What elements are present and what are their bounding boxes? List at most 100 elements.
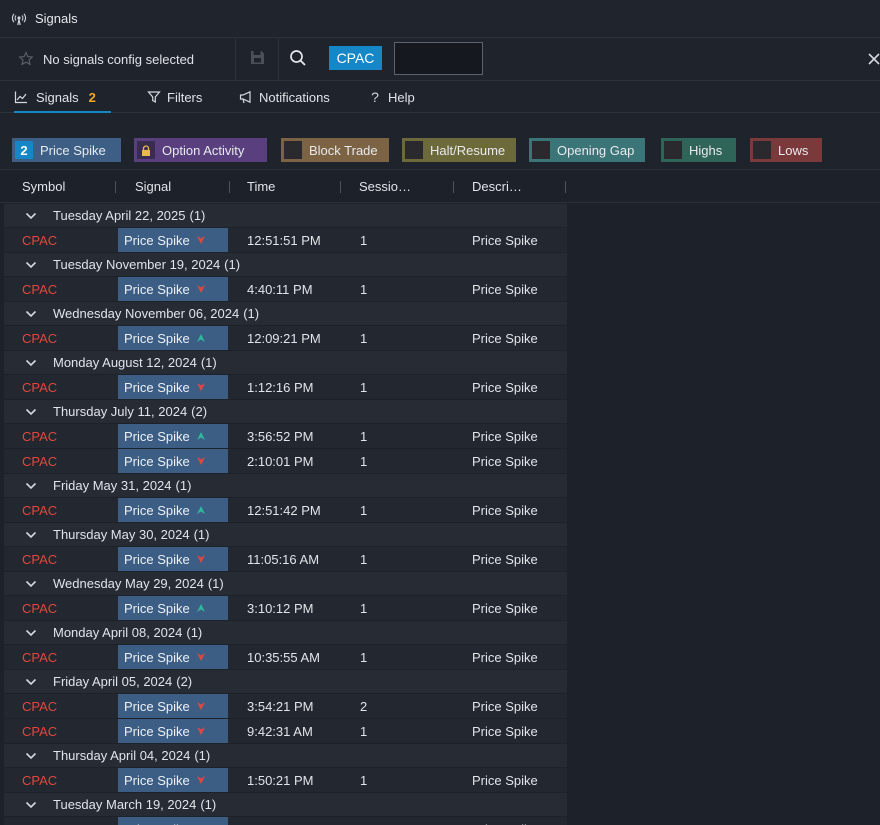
table-row[interactable]: CPAC Price Spike 3:54:21 PM 2 Price Spike (4, 694, 567, 718)
date-group-row[interactable]: Monday August 12, 2024 (1) (4, 351, 567, 374)
column-separator[interactable] (229, 181, 230, 193)
symbol-cell[interactable]: CPAC (22, 596, 57, 620)
date-group-row[interactable]: Tuesday April 22, 2025 (1) (4, 204, 567, 227)
column-separator[interactable] (453, 181, 454, 193)
column-separator[interactable] (340, 181, 341, 193)
filter-checkbox[interactable] (284, 141, 302, 159)
symbol-cell[interactable]: CPAC (22, 498, 57, 522)
filter-checkbox[interactable] (532, 141, 550, 159)
column-header-symbol[interactable]: Symbol (22, 170, 65, 203)
symbol-cell[interactable]: CPAC (22, 719, 57, 743)
signal-cell[interactable]: Price Spike (118, 817, 228, 825)
signal-cell[interactable]: Price Spike (118, 694, 228, 718)
filter-checkbox[interactable] (664, 141, 682, 159)
chevron-down-icon[interactable] (24, 749, 38, 763)
table-row[interactable]: CPAC Price Spike 1:50:21 PM 1 Price Spike (4, 768, 567, 792)
signal-cell[interactable]: Price Spike (118, 375, 228, 399)
config-selector[interactable]: No signals config selected (6, 38, 236, 80)
chevron-down-icon[interactable] (24, 356, 38, 370)
date-group-row[interactable]: Wednesday November 06, 2024 (1) (4, 302, 567, 325)
symbol-cell[interactable]: CPAC (22, 547, 57, 571)
symbol-cell[interactable]: CPAC (22, 645, 57, 669)
symbol-cell[interactable]: CPAC (22, 228, 57, 252)
date-group-row[interactable]: Friday May 31, 2024 (1) (4, 474, 567, 497)
tab-signals[interactable]: Signals 2 (14, 81, 111, 113)
filter-chip-option-activity[interactable]: Option Activity (134, 138, 267, 162)
save-button[interactable] (237, 38, 279, 80)
filter-chip-lows[interactable]: Lows (750, 138, 822, 162)
chevron-down-icon[interactable] (24, 675, 38, 689)
chevron-down-icon[interactable] (24, 479, 38, 493)
date-group-row[interactable]: Monday April 08, 2024 (1) (4, 621, 567, 644)
symbol-cell[interactable]: CPAC (22, 326, 57, 350)
search-button[interactable] (282, 46, 314, 72)
signal-cell[interactable]: Price Spike (118, 645, 228, 669)
table-row[interactable]: CPAC Price Spike 3:10:12 PM 1 Price Spike (4, 596, 567, 620)
date-group-row[interactable]: Thursday May 30, 2024 (1) (4, 523, 567, 546)
column-header-session[interactable]: Sessio… (359, 170, 411, 203)
signal-cell[interactable]: Price Spike (118, 326, 228, 350)
filter-chip-block-trade[interactable]: Block Trade (281, 138, 389, 162)
table-row[interactable]: CPAC Price Spike 3:56:52 PM 1 Price Spike (4, 424, 567, 448)
table-row[interactable]: CPAC Price Spike 2:10:01 PM 1 Price Spike (4, 449, 567, 473)
signal-cell[interactable]: Price Spike (118, 719, 228, 743)
column-header-signal[interactable]: Signal (135, 170, 171, 203)
tab-notifications[interactable]: Notifications (239, 81, 330, 113)
filter-chip-halt-resume[interactable]: Halt/Resume (402, 138, 516, 162)
table-row[interactable]: CPAC Price Spike 11:05:16 AM 1 Price Spike (4, 547, 567, 571)
column-separator[interactable] (115, 181, 116, 193)
date-group-row[interactable]: Thursday July 11, 2024 (2) (4, 400, 567, 423)
column-header-time[interactable]: Time (247, 170, 275, 203)
tab-filters[interactable]: Filters (147, 81, 202, 113)
symbol-cell[interactable]: CPAC (22, 277, 57, 301)
table-row[interactable]: CPAC Price Spike 1:12:16 PM 1 Price Spike (4, 375, 567, 399)
symbol-cell[interactable]: CPAC (22, 449, 57, 473)
filter-chip-opening-gap[interactable]: Opening Gap (529, 138, 645, 162)
filter-chip-price-spike[interactable]: 2 Price Spike (12, 138, 121, 162)
date-group-row[interactable]: Tuesday March 19, 2024 (1) (4, 793, 567, 816)
symbol-input[interactable] (394, 42, 483, 75)
column-header-description[interactable]: Descri… (472, 170, 522, 203)
signal-cell[interactable]: Price Spike (118, 547, 228, 571)
signal-cell[interactable]: Price Spike (118, 228, 228, 252)
lock-icon[interactable] (137, 141, 155, 159)
column-separator[interactable] (565, 181, 566, 193)
table-row[interactable]: CPAC Price Spike 10:35:55 AM 1 Price Spike (4, 645, 567, 669)
chevron-down-icon[interactable] (24, 626, 38, 640)
chevron-down-icon[interactable] (24, 209, 38, 223)
signal-cell[interactable]: Price Spike (118, 277, 228, 301)
table-row[interactable]: CPAC Price Spike 11:29:33 AM 1 Price Spike (4, 817, 567, 825)
date-group-row[interactable]: Thursday April 04, 2024 (1) (4, 744, 567, 767)
chevron-down-icon[interactable] (24, 528, 38, 542)
date-group-row[interactable]: Friday April 05, 2024 (2) (4, 670, 567, 693)
filter-checkbox[interactable] (405, 141, 423, 159)
signal-cell[interactable]: Price Spike (118, 449, 228, 473)
table-row[interactable]: CPAC Price Spike 12:51:51 PM 1 Price Spike (4, 228, 567, 252)
symbol-cell[interactable]: CPAC (22, 817, 57, 825)
filter-chip-highs[interactable]: Highs (661, 138, 736, 162)
chevron-down-icon[interactable] (24, 798, 38, 812)
date-group-row[interactable]: Tuesday November 19, 2024 (1) (4, 253, 567, 276)
chevron-down-icon[interactable] (24, 577, 38, 591)
symbol-cell[interactable]: CPAC (22, 694, 57, 718)
table-row[interactable]: CPAC Price Spike 12:09:21 PM 1 Price Spike (4, 326, 567, 350)
chevron-down-icon[interactable] (24, 258, 38, 272)
signal-cell[interactable]: Price Spike (118, 424, 228, 448)
symbol-chip[interactable]: CPAC (329, 46, 382, 70)
chevron-down-icon[interactable] (24, 307, 38, 321)
signal-cell[interactable]: Price Spike (118, 596, 228, 620)
date-group-row[interactable]: Wednesday May 29, 2024 (1) (4, 572, 567, 595)
close-icon[interactable] (868, 46, 880, 72)
symbol-cell[interactable]: CPAC (22, 424, 57, 448)
filter-checkbox[interactable] (753, 141, 771, 159)
signal-cell[interactable]: Price Spike (118, 498, 228, 522)
filter-count-badge[interactable]: 2 (15, 141, 33, 159)
table-row[interactable]: CPAC Price Spike 9:42:31 AM 1 Price Spike (4, 719, 567, 743)
tab-help[interactable]: ? Help (368, 81, 415, 113)
signal-cell[interactable]: Price Spike (118, 768, 228, 792)
symbol-cell[interactable]: CPAC (22, 375, 57, 399)
star-icon[interactable] (17, 50, 35, 68)
table-row[interactable]: CPAC Price Spike 12:51:42 PM 1 Price Spike (4, 498, 567, 522)
chevron-down-icon[interactable] (24, 405, 38, 419)
symbol-cell[interactable]: CPAC (22, 768, 57, 792)
